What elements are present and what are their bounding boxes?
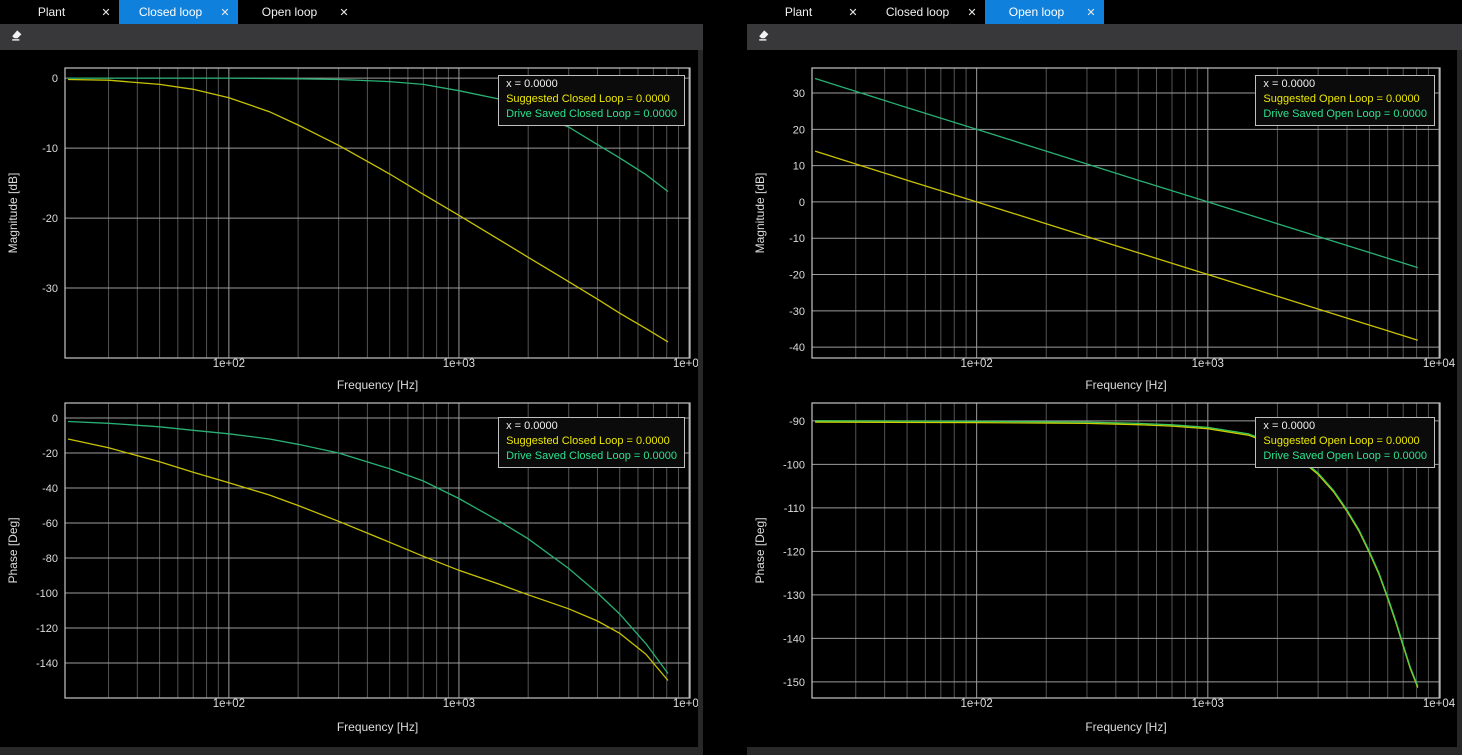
- svg-text:-140: -140: [783, 633, 805, 645]
- cursor-legend: x = 0.0000Suggested Closed Loop = 0.0000…: [498, 75, 685, 126]
- legend-cursor-x: x = 0.0000: [506, 77, 677, 92]
- legend-entry: Suggested Closed Loop = 0.0000: [506, 434, 677, 449]
- legend-entry: Suggested Closed Loop = 0.0000: [506, 92, 677, 107]
- svg-text:Magnitude [dB]: Magnitude [dB]: [6, 173, 20, 254]
- legend-entry: Drive Saved Closed Loop = 0.0000: [506, 107, 677, 122]
- svg-text:-10: -10: [42, 143, 58, 155]
- tab-label: Open loop: [238, 5, 331, 19]
- cursor-legend: x = 0.0000Suggested Open Loop = 0.0000Dr…: [1255, 417, 1435, 468]
- svg-text:30: 30: [793, 88, 805, 100]
- svg-text:-130: -130: [783, 590, 805, 602]
- svg-text:Frequency [Hz]: Frequency [Hz]: [1085, 720, 1166, 734]
- svg-text:Magnitude [dB]: Magnitude [dB]: [753, 173, 767, 254]
- close-icon[interactable]: ✕: [840, 6, 866, 19]
- eraser-icon[interactable]: [756, 27, 771, 47]
- svg-text:-60: -60: [42, 518, 58, 530]
- close-icon[interactable]: ✕: [959, 6, 985, 19]
- tab-plant[interactable]: Plant✕: [0, 0, 119, 24]
- eraser-icon[interactable]: [9, 27, 24, 47]
- toolbar: [0, 24, 703, 50]
- svg-text:-40: -40: [789, 342, 805, 354]
- svg-text:Frequency [Hz]: Frequency [Hz]: [337, 720, 418, 734]
- svg-text:1e+02: 1e+02: [213, 698, 245, 710]
- legend-entry: Drive Saved Closed Loop = 0.0000: [506, 449, 677, 464]
- status-bar: [0, 747, 703, 755]
- magnitude-chart[interactable]: 0-10-20-301e+021e+031e+04Frequency [Hz]M…: [0, 50, 703, 400]
- phase-chart[interactable]: -90 -100 -110 -120 -130 -140 -150 1e+02 1e+03 1e+…: [747, 400, 1462, 746]
- magnitude-chart[interactable]: 30 20 10 0 -10 -20 -30 -40 1e+02 1e+03 1e+04 Freque…: [747, 50, 1462, 400]
- svg-text:-100: -100: [783, 459, 805, 471]
- status-bar: [747, 747, 1462, 755]
- close-icon[interactable]: ✕: [93, 6, 119, 19]
- close-icon[interactable]: ✕: [212, 6, 238, 19]
- svg-text:1e+03: 1e+03: [1192, 698, 1224, 710]
- legend-entry: Suggested Open Loop = 0.0000: [1263, 434, 1427, 449]
- svg-text:-120: -120: [36, 623, 58, 635]
- window-edge: [1457, 0, 1462, 755]
- svg-text:0: 0: [799, 197, 805, 209]
- svg-text:Frequency [Hz]: Frequency [Hz]: [337, 378, 418, 392]
- closed-loop-window: Plant✕Closed loop✕Open loop✕ 0-10-20-301…: [0, 0, 703, 755]
- tab-open-loop[interactable]: Open loop✕: [985, 0, 1104, 24]
- svg-text:Phase [Deg]: Phase [Deg]: [6, 517, 20, 583]
- svg-text:0: 0: [52, 73, 58, 85]
- svg-text:-80: -80: [42, 553, 58, 565]
- svg-text:Phase [Deg]: Phase [Deg]: [753, 517, 767, 583]
- tab-label: Plant: [747, 5, 840, 19]
- svg-text:-100: -100: [36, 588, 58, 600]
- close-icon[interactable]: ✕: [1078, 6, 1104, 19]
- window-edge: [698, 0, 703, 755]
- cursor-legend: x = 0.0000Suggested Closed Loop = 0.0000…: [498, 417, 685, 468]
- toolbar: [747, 24, 1462, 50]
- legend-cursor-x: x = 0.0000: [506, 419, 677, 434]
- tab-label: Closed loop: [866, 5, 959, 19]
- svg-text:10: 10: [793, 161, 805, 173]
- legend-entry: Drive Saved Open Loop = 0.0000: [1263, 107, 1427, 122]
- cursor-legend: x = 0.0000Suggested Open Loop = 0.0000Dr…: [1255, 75, 1435, 126]
- close-icon[interactable]: ✕: [331, 6, 357, 19]
- tab-bar: Plant✕Closed loop✕Open loop✕: [0, 0, 703, 24]
- svg-text:-30: -30: [789, 306, 805, 318]
- tab-bar: Plant✕Closed loop✕Open loop✕: [747, 0, 1462, 24]
- svg-text:20: 20: [793, 124, 805, 136]
- svg-text:-90: -90: [789, 416, 805, 428]
- svg-text:-120: -120: [783, 546, 805, 558]
- svg-text:-110: -110: [784, 503, 805, 515]
- svg-text:1e+03: 1e+03: [443, 698, 475, 710]
- legend-cursor-x: x = 0.0000: [1263, 77, 1427, 92]
- chart-area: 0-10-20-301e+021e+031e+04Frequency [Hz]M…: [0, 0, 703, 755]
- svg-text:1e+03: 1e+03: [443, 358, 475, 370]
- open-loop-window: Plant✕Closed loop✕Open loop✕ 3020100-10-…: [747, 0, 1462, 755]
- svg-text:-20: -20: [789, 270, 805, 282]
- tab-open-loop[interactable]: Open loop✕: [238, 0, 357, 24]
- phase-chart[interactable]: 0-20-40-60-80-100-120-1401e+021e+031e+04…: [0, 400, 703, 746]
- svg-text:1e+03: 1e+03: [1192, 358, 1224, 370]
- tab-closed-loop[interactable]: Closed loop✕: [119, 0, 238, 24]
- svg-text:1e+02: 1e+02: [960, 358, 992, 370]
- svg-text:1e+04: 1e+04: [1423, 698, 1456, 710]
- tab-label: Plant: [0, 5, 93, 19]
- svg-text:-140: -140: [36, 658, 58, 670]
- svg-text:1e+02: 1e+02: [213, 358, 245, 370]
- tab-closed-loop[interactable]: Closed loop✕: [866, 0, 985, 24]
- chart-area: 30 20 10 0 -10 -20 -30 -40 1e+02 1e+03 1e+04 Freque…: [747, 0, 1462, 755]
- svg-text:1e+04: 1e+04: [1423, 358, 1456, 370]
- tab-label: Open loop: [985, 5, 1078, 19]
- svg-text:-20: -20: [42, 448, 58, 460]
- legend-entry: Suggested Open Loop = 0.0000: [1263, 92, 1427, 107]
- svg-text:-30: -30: [42, 283, 58, 295]
- svg-text:-40: -40: [42, 483, 58, 495]
- svg-text:1e+02: 1e+02: [960, 698, 992, 710]
- legend-cursor-x: x = 0.0000: [1263, 419, 1427, 434]
- svg-text:0: 0: [52, 413, 58, 425]
- svg-text:-20: -20: [42, 213, 58, 225]
- svg-text:-150: -150: [783, 677, 805, 689]
- tab-plant[interactable]: Plant✕: [747, 0, 866, 24]
- tab-label: Closed loop: [119, 5, 212, 19]
- svg-text:-10: -10: [789, 233, 805, 245]
- svg-text:Frequency [Hz]: Frequency [Hz]: [1085, 378, 1166, 392]
- legend-entry: Drive Saved Open Loop = 0.0000: [1263, 449, 1427, 464]
